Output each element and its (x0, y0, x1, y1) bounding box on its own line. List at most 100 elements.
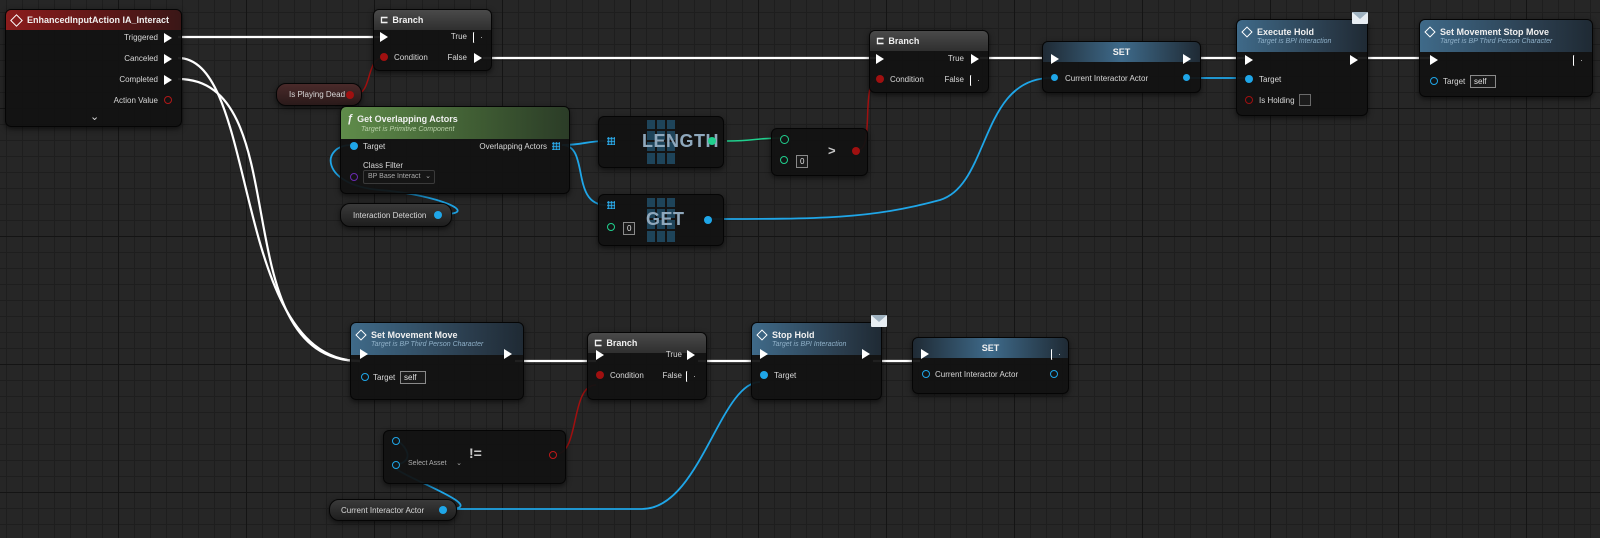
interaction-detection-out-pin[interactable] (434, 211, 442, 219)
set-1-actor-in-pin[interactable] (1051, 74, 1058, 81)
triggered-label: Triggered (124, 33, 158, 42)
set-movement-stop-move-header[interactable]: Set Movement Stop Move Target is BP Thir… (1420, 20, 1592, 52)
interaction-detection-label: Interaction Detection (353, 211, 427, 220)
branch-3-true-pin[interactable] (687, 350, 695, 360)
triggered-exec-pin[interactable] (164, 33, 172, 43)
execute-hold-exec-out-pin[interactable] (1350, 55, 1358, 65)
branch-1-header[interactable]: ⊏ Branch (374, 10, 491, 30)
stop-hold-subtitle: Target is BPI Interaction (772, 341, 847, 348)
move-target-pin[interactable] (361, 373, 369, 381)
length-array-in-pin[interactable] (607, 137, 615, 145)
greater-than-node[interactable]: 0 > (771, 128, 868, 176)
move-exec-out-pin[interactable] (504, 349, 512, 359)
set-2-actor-out-pin[interactable] (1050, 370, 1058, 378)
current-interactor-actor-var-node[interactable]: Current Interactor Actor (329, 499, 457, 521)
canceled-exec-pin[interactable] (164, 54, 172, 64)
branch-3-false-pin[interactable] (686, 371, 695, 382)
stop-move-target-pin[interactable] (1430, 77, 1438, 85)
branch-2-condition-pin[interactable] (876, 75, 884, 83)
function-icon: ƒ (347, 113, 354, 125)
get-index-pin[interactable] (607, 223, 615, 231)
move-self-value[interactable]: self (400, 371, 426, 384)
get-array-in-pin[interactable] (607, 201, 615, 209)
completed-label: Completed (119, 75, 158, 84)
get-out-pin[interactable] (704, 216, 712, 224)
set-movement-stop-move-title: Set Movement Stop Move (1440, 27, 1550, 37)
branch-1-true-pin[interactable] (473, 32, 482, 43)
not-equal-out-pin[interactable] (549, 451, 557, 459)
stop-hold-exec-in-pin[interactable] (760, 349, 768, 359)
branch-2-exec-in-pin[interactable] (876, 54, 884, 64)
branch-node-3[interactable]: ⊏ Branch Condition True False (587, 332, 707, 400)
get-overlapping-actors-node[interactable]: ƒ Get Overlapping Actors Target is Primi… (340, 106, 570, 194)
execute-hold-exec-in-pin[interactable] (1245, 55, 1253, 65)
interaction-detection-node[interactable]: Interaction Detection (340, 203, 452, 227)
is-holding-pin[interactable] (1245, 96, 1253, 104)
get-overlapping-target-pin[interactable] (350, 142, 358, 150)
message-diamond-icon (1424, 26, 1436, 38)
set-1-actor-label: Current Interactor Actor (1065, 74, 1149, 83)
get-index-value[interactable]: 0 (623, 222, 636, 235)
expand-chevron-icon[interactable]: ⌄ (90, 110, 99, 123)
greater-b-pin[interactable] (780, 156, 788, 164)
class-filter-dropdown[interactable]: BP Base Interact ⌄ (363, 170, 435, 184)
stop-move-exec-in-pin[interactable] (1430, 55, 1438, 65)
select-asset-dropdown[interactable]: Select Asset ⌄ (404, 458, 464, 470)
branch-1-exec-in-pin[interactable] (380, 32, 388, 42)
greater-op-label: > (828, 143, 836, 158)
greater-out-pin[interactable] (852, 147, 860, 155)
get-overlapping-header[interactable]: ƒ Get Overlapping Actors Target is Primi… (341, 107, 569, 139)
set-1-actor-out-pin[interactable] (1183, 74, 1190, 81)
greater-b-value[interactable]: 0 (796, 155, 809, 168)
class-filter-pin[interactable] (350, 173, 358, 181)
length-node[interactable]: LENGTH (598, 116, 724, 168)
branch-2-false-pin[interactable] (970, 75, 979, 86)
branch-3-exec-in-pin[interactable] (596, 350, 604, 360)
event-diamond-icon (10, 13, 23, 27)
branch-1-false-pin[interactable] (474, 53, 482, 63)
not-equal-op-label: != (469, 445, 482, 461)
stop-hold-exec-out-pin[interactable] (862, 349, 870, 359)
set-2-header[interactable]: SET (913, 338, 1068, 358)
greater-a-pin[interactable] (780, 135, 789, 144)
set-movement-move-header[interactable]: Set Movement Move Target is BP Third Per… (351, 323, 523, 355)
is-holding-label: Is Holding (1259, 96, 1295, 105)
branch-2-true-pin[interactable] (971, 54, 979, 64)
set-1-header[interactable]: SET (1043, 42, 1200, 62)
execute-hold-header[interactable]: Execute Hold Target is BPI Interaction (1237, 20, 1367, 52)
stop-hold-node[interactable]: Stop Hold Target is BPI Interaction Targ… (751, 315, 887, 400)
set-2-actor-in-pin[interactable] (922, 370, 930, 378)
move-exec-in-pin[interactable] (360, 349, 368, 359)
set-node-1[interactable]: SET Current Interactor Actor (1042, 41, 1201, 93)
current-interactor-actor-out-pin[interactable] (439, 506, 447, 514)
is-holding-checkbox[interactable] (1299, 94, 1311, 106)
set-movement-stop-move-node[interactable]: Set Movement Stop Move Target is BP Thir… (1419, 19, 1593, 97)
not-equal-b-pin[interactable] (392, 461, 400, 469)
branch-2-header[interactable]: ⊏ Branch (870, 31, 988, 51)
branch-node-1[interactable]: ⊏ Branch Condition True False (373, 9, 492, 71)
branch-3-condition-pin[interactable] (596, 371, 604, 379)
stop-move-exec-out-pin[interactable] (1573, 55, 1582, 66)
execute-hold-target-pin[interactable] (1245, 75, 1253, 83)
length-out-pin[interactable] (708, 137, 716, 145)
is-playing-dead-out-pin[interactable] (346, 91, 354, 99)
event-node-ia-interact[interactable]: EnhancedInputAction IA_Interact Triggere… (5, 9, 182, 127)
set-node-2[interactable]: SET Current Interactor Actor (912, 337, 1069, 394)
completed-exec-pin[interactable] (164, 75, 172, 85)
set-2-exec-in-pin[interactable] (921, 349, 929, 359)
not-equal-a-pin[interactable] (392, 437, 400, 445)
branch-1-condition-pin[interactable] (380, 53, 388, 61)
set-1-exec-in-pin[interactable] (1051, 54, 1059, 64)
branch-node-2[interactable]: ⊏ Branch Condition True False (869, 30, 989, 93)
set-movement-move-node[interactable]: Set Movement Move Target is BP Third Per… (350, 322, 524, 400)
action-value-pin[interactable] (164, 96, 172, 104)
get-array-node[interactable]: 0 GET (598, 194, 724, 246)
execute-hold-node[interactable]: Execute Hold Target is BPI Interaction T… (1236, 12, 1368, 116)
not-equal-node[interactable]: Select Asset ⌄ != (383, 430, 566, 484)
event-node-header[interactable]: EnhancedInputAction IA_Interact (6, 10, 181, 30)
is-playing-dead-node[interactable]: Is Playing Dead (276, 83, 362, 106)
stop-move-self-value[interactable]: self (1470, 75, 1496, 88)
stop-hold-target-pin[interactable] (760, 371, 768, 379)
set-1-exec-out-pin[interactable] (1183, 54, 1191, 64)
overlapping-actors-array-pin[interactable] (552, 142, 560, 150)
